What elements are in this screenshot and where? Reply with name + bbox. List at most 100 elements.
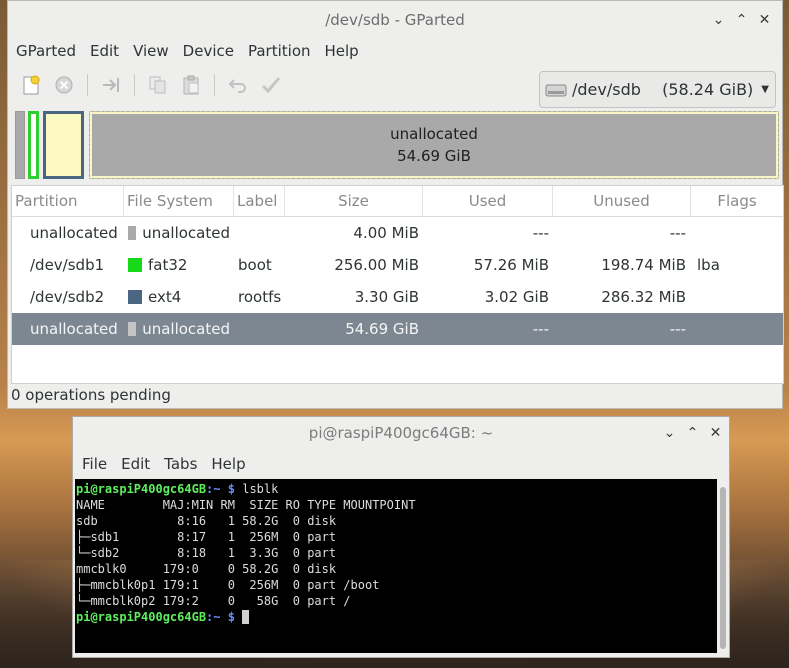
minimize-button[interactable]: ⌄: [707, 1, 730, 39]
filesystem-color-swatch: [128, 290, 142, 304]
cell-used: ---: [532, 320, 549, 338]
partition-table: Partition File System Label Size Used Un…: [11, 185, 784, 384]
terminal-command-line: pi@raspiP400gc64GB:~ $ lsblk: [76, 482, 279, 496]
resize-move-button[interactable]: [98, 71, 124, 99]
paste-icon: [183, 75, 199, 95]
toolbar: /dev/sdb (58.24 GiB) ▼: [8, 63, 782, 108]
cell-unused: ---: [669, 320, 686, 338]
terminal-screen[interactable]: pi@raspiP400gc64GB:~ $ lsblk NAME MAJ:MIN…: [75, 479, 717, 653]
new-partition-button[interactable]: [18, 71, 44, 99]
terminal-menu-file[interactable]: File: [75, 452, 114, 476]
terminal-title: pi@raspiP400gc64GB: ~: [308, 424, 494, 442]
delete-icon: [55, 76, 73, 94]
column-used[interactable]: Used: [423, 186, 553, 216]
prompt-user: pi@raspiP400gc64GB: [76, 610, 207, 624]
cell-partition: unallocated: [30, 320, 118, 338]
filesystem-color-swatch: [128, 226, 137, 240]
column-unused[interactable]: Unused: [553, 186, 691, 216]
terminal-titlebar[interactable]: pi@raspiP400gc64GB: ~ ⌄ ⌃ ✕: [73, 417, 729, 450]
terminal-output: NAME MAJ:MIN RM SIZE RO TYPE MOUNTPOINT s…: [76, 497, 717, 609]
gparted-titlebar[interactable]: /dev/sdb - GParted ⌄ ⌃ ✕: [8, 1, 782, 39]
prompt-symbol: $: [227, 610, 235, 624]
diskmap-label: unallocated: [390, 125, 478, 143]
column-size[interactable]: Size: [285, 186, 423, 216]
device-selector[interactable]: /dev/sdb (58.24 GiB) ▼: [539, 71, 776, 108]
terminal-output-line: sdb 8:16 1 58.2G 0 disk: [76, 514, 344, 528]
terminal-output-line: └─sdb2 8:18 1 3.3G 0 part: [76, 546, 344, 560]
table-row[interactable]: unallocated unallocated 54.69 GiB --- ---: [12, 313, 783, 345]
prompt-user: pi@raspiP400gc64GB: [76, 482, 207, 496]
cell-filesystem: unallocated: [124, 224, 234, 242]
copy-button[interactable]: [145, 71, 171, 99]
terminal-menu-tabs[interactable]: Tabs: [157, 452, 204, 476]
terminal-menu-edit[interactable]: Edit: [114, 452, 157, 476]
menu-view[interactable]: View: [126, 39, 176, 63]
window-title: /dev/sdb - GParted: [325, 11, 465, 29]
toolbar-separator: [87, 74, 88, 96]
maximize-button[interactable]: ⌃: [730, 1, 753, 39]
chevron-down-icon: ▼: [761, 84, 769, 95]
diskmap-sdb1[interactable]: [28, 111, 39, 179]
menu-partition[interactable]: Partition: [241, 39, 318, 63]
filesystem-color-swatch: [128, 322, 137, 336]
diskmap-sdb2[interactable]: [43, 111, 84, 179]
toolbar-separator: [214, 74, 215, 96]
cell-flags: lba: [697, 256, 720, 274]
table-row[interactable]: /dev/sdb1 fat32 boot 256.00 MiB 57.26 MiB 198…: [12, 249, 783, 281]
cell-filesystem: unallocated: [124, 320, 234, 338]
delete-partition-button[interactable]: [51, 71, 77, 99]
close-button[interactable]: ✕: [753, 1, 776, 39]
cell-partition: /dev/sdb1: [30, 256, 105, 274]
column-partition[interactable]: Partition: [12, 186, 124, 216]
column-label[interactable]: Label: [234, 186, 285, 216]
cell-label: boot: [238, 256, 272, 274]
prompt-symbol: $: [227, 482, 235, 496]
menu-gparted[interactable]: GParted: [9, 39, 83, 63]
filesystem-name: unallocated: [142, 224, 230, 242]
cell-size: 54.69 GiB: [345, 320, 419, 338]
filesystem-name: fat32: [148, 256, 188, 274]
menu-edit[interactable]: Edit: [83, 39, 126, 63]
cell-filesystem: ext4: [124, 288, 234, 306]
cell-partition: /dev/sdb2: [30, 288, 105, 306]
paste-button[interactable]: [178, 71, 204, 99]
diskmap-unallocated-large[interactable]: unallocated 54.69 GiB: [89, 111, 779, 179]
window-controls: ⌄ ⌃ ✕: [707, 1, 776, 39]
terminal-menu-help[interactable]: Help: [204, 452, 252, 476]
cell-unused: ---: [669, 224, 686, 242]
terminal-maximize-button[interactable]: ⌃: [681, 417, 704, 450]
table-body: unallocated unallocated 4.00 MiB --- --- /dev…: [12, 217, 783, 345]
cell-size: 256.00 MiB: [334, 256, 419, 274]
cell-size: 4.00 MiB: [353, 224, 419, 242]
undo-icon: [228, 79, 246, 93]
diskmap-size: 54.69 GiB: [397, 147, 471, 165]
diskmap-unallocated-small[interactable]: [15, 111, 25, 179]
terminal-output-line: ├─mmcblk0p1 179:1 0 256M 0 part /boot: [76, 578, 380, 592]
cell-size: 3.30 GiB: [354, 288, 419, 306]
terminal-minimize-button[interactable]: ⌄: [658, 417, 681, 450]
filesystem-color-swatch: [128, 258, 142, 272]
apply-icon: [261, 77, 281, 94]
prompt-path: ~: [213, 482, 221, 496]
terminal-menubar: File Edit Tabs Help: [73, 450, 729, 478]
undo-button[interactable]: [225, 71, 251, 99]
device-path: /dev/sdb: [572, 80, 641, 99]
terminal-output-line: └─mmcblk0p2 179:2 0 58G 0 part /: [76, 594, 351, 608]
terminal-close-button[interactable]: ✕: [704, 417, 727, 450]
apply-button[interactable]: [258, 71, 284, 99]
prompt-path: ~: [213, 610, 221, 624]
terminal-output-line: ├─sdb1 8:17 1 256M 0 part: [76, 530, 344, 544]
menu-help[interactable]: Help: [318, 39, 366, 63]
terminal-window-controls: ⌄ ⌃ ✕: [658, 417, 727, 450]
terminal-window: pi@raspiP400gc64GB: ~ ⌄ ⌃ ✕ File Edit Ta…: [72, 416, 730, 658]
column-flags[interactable]: Flags: [691, 186, 783, 216]
disk-map: unallocated 54.69 GiB: [13, 109, 779, 182]
column-filesystem[interactable]: File System: [124, 186, 234, 216]
menu-device[interactable]: Device: [176, 39, 241, 63]
table-row[interactable]: unallocated unallocated 4.00 MiB --- ---: [12, 217, 783, 249]
menubar: GParted Edit View Device Partition Help: [8, 39, 782, 63]
terminal-scrollbar[interactable]: [720, 487, 726, 649]
command-text: lsblk: [242, 482, 279, 496]
table-row[interactable]: /dev/sdb2 ext4 rootfs 3.30 GiB 3.02 GiB 286.3…: [12, 281, 783, 313]
filesystem-name: ext4: [148, 288, 182, 306]
